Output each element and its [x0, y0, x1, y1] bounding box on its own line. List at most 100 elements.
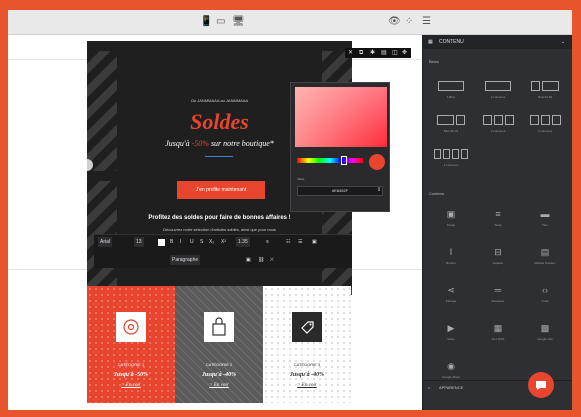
category-link[interactable]: > En voir	[175, 383, 263, 388]
underline-button[interactable]: U	[190, 237, 194, 247]
content-tile[interactable]: ▩ Google Ads	[525, 317, 565, 347]
block-tile[interactable]: 2 colonnes	[478, 75, 518, 105]
image-icon[interactable]: ▣	[246, 255, 251, 265]
text-color-swatch[interactable]	[158, 239, 165, 246]
content-tile[interactable]: ⋖ Partage	[431, 279, 471, 309]
preview-icon[interactable]: 👁	[388, 16, 401, 28]
block-tile[interactable]: 3 colonnes	[478, 109, 518, 139]
strikethrough-button[interactable]: S	[200, 237, 203, 247]
subscript-button[interactable]: X₂	[209, 237, 214, 247]
tablet-view-icon[interactable]: ▭	[216, 16, 225, 28]
superscript-button[interactable]: X²	[221, 237, 226, 247]
content-tile-icon: ▤	[540, 247, 550, 257]
chat-button[interactable]	[528, 372, 554, 398]
content-tile-label: Bouton	[446, 261, 456, 265]
content-tile[interactable]: ═ Espaceur	[478, 279, 518, 309]
category-card-1[interactable]: CATÉGORIE 1 Jusqu'à -50% > En voir	[87, 286, 175, 403]
hue-slider-knob[interactable]	[341, 156, 347, 165]
editor-canvas[interactable]: Ou JANMMAAA au JANMMAAA Soldes Jusqu'à -…	[8, 35, 422, 410]
content-tile[interactable]: ▦ Flux RSS	[478, 317, 518, 347]
category-label: CATÉGORIE 1	[117, 362, 145, 367]
block-tile-label: 2 colonnes	[490, 95, 506, 99]
content-tile-label: Vidéo	[447, 337, 455, 341]
content-tile[interactable]: ▤ Médias Sociaux	[525, 241, 565, 271]
block-toolbar: ✕ ⧉ ✱ ▤ ◫ ✥	[345, 48, 411, 58]
category-link[interactable]: > En voir	[263, 383, 351, 388]
content-tile-icon: ‹›	[542, 285, 548, 295]
hue-slider[interactable]	[297, 158, 363, 163]
appearance-label: APPARENCE	[439, 385, 464, 390]
numbered-list-icon[interactable]: ☰	[298, 237, 302, 247]
block-layout-icon	[525, 113, 565, 127]
save-icon[interactable]: ▤	[381, 49, 387, 57]
mobile-view-icon[interactable]: 📱	[200, 16, 212, 28]
panel-header[interactable]: ▦ CONTENU ⌄	[423, 35, 572, 49]
close-icon[interactable]: ✕	[348, 49, 353, 57]
duplicate-icon[interactable]: ◫	[392, 49, 398, 57]
paragraph-format-select[interactable]: Paragraphe	[170, 255, 201, 265]
color-picker[interactable]: Value #E8452F ⇕	[290, 82, 390, 212]
subtitle-suffix: sur notre boutique*	[208, 139, 274, 148]
content-tile-label: Espaceur	[491, 299, 505, 303]
content-tile-icon: ▬	[540, 209, 550, 219]
block-layout-icon	[431, 79, 471, 93]
content-tile-label: Image	[446, 223, 456, 227]
block-tile[interactable]: 3 colonnes	[525, 109, 565, 139]
category-card-3[interactable]: CATÉGORIE 3 Jusqu'à -40% > En voir	[263, 286, 351, 403]
content-tile-label: Google Ads	[537, 337, 553, 341]
content-panel: ▦ CONTENU ⌄ Blocs 1 Bloc 2 colonnes Oral 3…	[422, 35, 572, 410]
font-size-select[interactable]: 13	[134, 237, 144, 247]
block-tile-label: 3 colonnes	[537, 129, 553, 133]
categories-block[interactable]: CATÉGORIE 1 Jusqu'à -50% > En voir CATÉG…	[87, 286, 352, 403]
bold-button[interactable]: B	[170, 237, 173, 247]
content-tile[interactable]: I Bouton	[431, 241, 471, 271]
subtitle-percent: -50%	[191, 139, 209, 148]
block-tile[interactable]: Oral 33-66	[525, 75, 565, 105]
block-layout-icon	[478, 79, 518, 93]
font-select[interactable]: Arial	[98, 237, 113, 247]
desktop-view-icon[interactable]: 🖥	[232, 16, 245, 28]
content-tile[interactable]: ▣ Image	[431, 203, 471, 233]
content-tile-icon: ▦	[493, 323, 503, 333]
cta-button[interactable]: J'en profite maintenant	[177, 181, 265, 199]
copy-icon[interactable]: ⧉	[359, 49, 363, 57]
block-tile[interactable]: Bloc 66-33	[431, 109, 471, 139]
grid-icon[interactable]: ⁘	[405, 16, 413, 28]
content-tile[interactable]: ≡ Texte	[478, 203, 518, 233]
unlink-icon[interactable]: ⛌	[270, 255, 274, 265]
bullet-list-icon[interactable]: ☷	[286, 237, 290, 247]
link-icon[interactable]: ⛓	[258, 255, 264, 265]
block-tile[interactable]: 1 Bloc	[431, 75, 471, 105]
align-icon[interactable]: ≡	[266, 237, 269, 247]
image-insert-icon[interactable]: ▣	[312, 237, 317, 247]
content-tile[interactable]: ⊟ Séparat.	[478, 241, 518, 271]
content-tile[interactable]: ▶ Vidéo	[431, 317, 471, 347]
settings-small-icon[interactable]: ✱	[370, 49, 375, 57]
settings-icon[interactable]: ☰	[422, 16, 431, 28]
promo-heading[interactable]: Profitez des soldes pour faire de bonnes…	[87, 215, 352, 221]
category-link[interactable]: > En voir	[87, 383, 175, 388]
format-spinner-icon[interactable]: ⇕	[377, 187, 381, 193]
italic-button[interactable]: I	[180, 237, 181, 247]
shopping-bag-icon	[204, 312, 234, 342]
content-tile-label: Titre	[542, 223, 548, 227]
tag-icon	[292, 312, 322, 342]
menu-icon: ▦	[428, 39, 433, 45]
category-card-2[interactable]: CATÉGORIE 2 Jusqu'à -40% > En voir	[175, 286, 263, 403]
content-tile-label: Partage	[445, 299, 457, 303]
selected-color-swatch	[369, 154, 385, 170]
content-tile[interactable]: ‹› Code	[525, 279, 565, 309]
line-height-select[interactable]: 1.35	[236, 237, 250, 247]
move-icon[interactable]: ✥	[402, 49, 407, 57]
block-tile-label: 3 colonnes	[490, 129, 506, 133]
chevron-down-icon[interactable]: ⌄	[561, 37, 565, 47]
blocks-section-label: Blocs	[429, 59, 439, 64]
saturation-area[interactable]	[295, 87, 387, 147]
content-tile[interactable]: ▬ Titre	[525, 203, 565, 233]
block-tile[interactable]: 4 colonnes	[431, 143, 471, 173]
category-label: CATÉGORIE 3	[293, 362, 321, 367]
promo-subtext[interactable]: Découvrez notre sélection d'articles sol…	[87, 227, 352, 232]
subtitle-prefix: Jusqu'à	[165, 139, 192, 148]
block-layout-icon	[431, 113, 471, 127]
hex-input[interactable]: #E8452F	[297, 186, 383, 196]
